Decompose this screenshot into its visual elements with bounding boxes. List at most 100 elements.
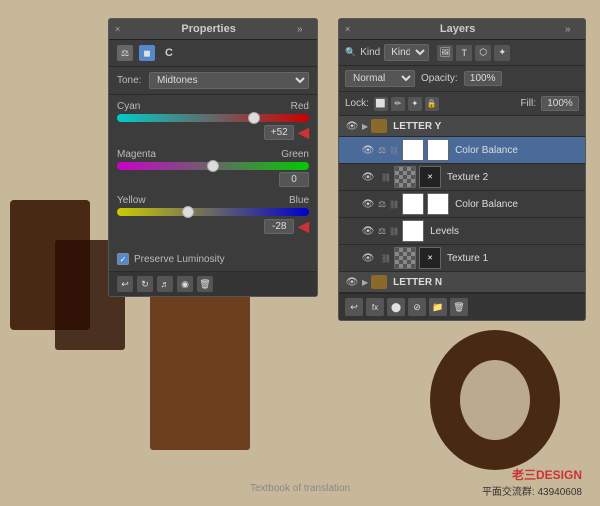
yellow-label: Yellow — [117, 195, 146, 206]
magenta-green-thumb[interactable] — [207, 160, 219, 172]
properties-icon-2[interactable]: ◼ — [139, 45, 155, 61]
layers-delete-icon[interactable]: 🗑 — [450, 298, 468, 316]
cb2-thumb-mask — [427, 193, 449, 215]
lock-icon-position[interactable]: ✦ — [408, 97, 422, 111]
green-label: Green — [281, 149, 309, 160]
props-bottom-icon-1[interactable]: ↩ — [117, 276, 133, 292]
letter-decoration-3 — [150, 290, 250, 450]
magenta-green-track[interactable] — [117, 162, 309, 170]
properties-titlebar: × Properties » — [109, 19, 317, 40]
layer-item-color-balance-2[interactable]: 👁 ⚖ ⛓ Color Balance — [339, 191, 585, 218]
cyan-red-labels: Cyan Red — [117, 101, 309, 112]
group-y-chevron: ▶ — [362, 122, 368, 131]
cb2-thumb-adj — [402, 193, 424, 215]
group-n-name: LETTER N — [393, 277, 579, 288]
footer-brand: 老三DESIGN 平面交流群: 43940608 — [482, 466, 582, 498]
magenta-green-value-row: 0 — [117, 172, 309, 187]
filter-icon-text[interactable]: T — [456, 45, 472, 61]
layer-item-color-balance-1[interactable]: 👁 ⚖ ⛓ Color Balance — [339, 137, 585, 164]
cb1-thumb-mask — [427, 139, 449, 161]
cb1-name: Color Balance — [455, 145, 579, 156]
levels-visibility[interactable]: 👁 — [361, 224, 375, 238]
layers-close-x[interactable]: × — [345, 24, 350, 34]
properties-icon-row: ⚖ ◼ C — [109, 40, 317, 67]
props-bottom-icon-3[interactable]: ♬ — [157, 276, 173, 292]
yellow-blue-thumb[interactable] — [182, 206, 194, 218]
tone-label: Tone: — [117, 75, 149, 86]
yellow-blue-arrow: ◀ — [298, 218, 309, 235]
levels-thumb — [402, 220, 424, 242]
layer-item-texture-1[interactable]: 👁 ⛓ ✕ Texture 1 — [339, 245, 585, 272]
tex2-visibility[interactable]: 👁 — [361, 170, 375, 184]
layers-link-icon[interactable]: ↩ — [345, 298, 363, 316]
opacity-label: Opacity: — [421, 73, 458, 84]
cyan-red-thumb[interactable] — [248, 112, 260, 124]
layers-folder-icon[interactable]: 📁 — [429, 298, 447, 316]
cyan-red-track[interactable] — [117, 114, 309, 122]
levels-fx: ⚖ — [378, 226, 386, 237]
tex2-name: Texture 2 — [447, 172, 579, 183]
cyan-red-value-row: +52 ◀ — [117, 124, 309, 141]
fill-label: Fill: — [520, 98, 536, 109]
filter-icons: 🖼 T ⬡ ✦ — [437, 45, 510, 61]
lock-icon-paint[interactable]: ✏ — [391, 97, 405, 111]
layer-item-texture-2[interactable]: 👁 ⛓ ✕ Texture 2 — [339, 164, 585, 191]
cyan-label: Cyan — [117, 101, 140, 112]
kind-select[interactable]: Kind — [384, 44, 429, 61]
preserve-luminosity-checkbox[interactable]: ✓ — [117, 253, 129, 265]
magenta-green-labels: Magenta Green — [117, 149, 309, 160]
properties-close-x[interactable]: × — [115, 24, 120, 34]
cb1-fx: ⚖ — [378, 145, 386, 156]
blend-mode-select[interactable]: Normal Multiply Screen — [345, 70, 415, 87]
blend-mode-row: Normal Multiply Screen Opacity: — [339, 66, 585, 92]
group-n-visibility[interactable]: 👁 — [345, 275, 359, 289]
yellow-blue-value[interactable]: -28 — [264, 219, 294, 234]
layers-mask-icon[interactable]: ⬤ — [387, 298, 405, 316]
blue-label: Blue — [289, 195, 309, 206]
tex1-thumb-mask: ✕ — [419, 247, 441, 269]
layers-expand-btn[interactable]: » — [565, 24, 579, 35]
group-y-folder-icon — [371, 119, 387, 133]
group-y-visibility[interactable]: 👁 — [345, 119, 359, 133]
yellow-blue-value-row: -28 ◀ — [117, 218, 309, 235]
yellow-blue-slider-row: Yellow Blue -28 ◀ — [117, 195, 309, 235]
lock-row: Lock: ⬜ ✏ ✦ 🔒 Fill: — [339, 92, 585, 116]
group-y-name: LETTER Y — [393, 121, 579, 132]
yellow-blue-track[interactable] — [117, 208, 309, 216]
props-bottom-icon-5[interactable]: 🗑 — [197, 276, 213, 292]
tone-select[interactable]: Midtones Shadows Highlights — [149, 72, 309, 89]
fill-input[interactable] — [541, 96, 579, 111]
layer-group-letter-n[interactable]: 👁 ▶ LETTER N — [339, 272, 585, 293]
layer-group-letter-y[interactable]: 👁 ▶ LETTER Y — [339, 116, 585, 137]
magenta-label: Magenta — [117, 149, 156, 160]
check-mark: ✓ — [120, 255, 127, 264]
group-n-chevron: ▶ — [362, 278, 368, 287]
sliders-section: Cyan Red +52 ◀ Magenta Green 0 — [109, 95, 317, 249]
magenta-green-value[interactable]: 0 — [279, 172, 309, 187]
layers-search-row: 🔍 Kind Kind 🖼 T ⬡ ✦ — [339, 40, 585, 66]
properties-expand-btn[interactable]: » — [297, 24, 311, 35]
layers-fx-icon[interactable]: fx — [366, 298, 384, 316]
yellow-blue-labels: Yellow Blue — [117, 195, 309, 206]
lock-icons-group: ⬜ ✏ ✦ 🔒 — [374, 97, 439, 111]
props-bottom-icon-4[interactable]: ◉ — [177, 276, 193, 292]
tex1-visibility[interactable]: 👁 — [361, 251, 375, 265]
props-bottom-icon-2[interactable]: ↻ — [137, 276, 153, 292]
layer-item-levels[interactable]: 👁 ⚖ ⛓ Levels — [339, 218, 585, 245]
filter-icon-shape[interactable]: ⬡ — [475, 45, 491, 61]
lock-icon-all[interactable]: 🔒 — [425, 97, 439, 111]
opacity-input[interactable] — [464, 71, 502, 86]
kind-label: Kind — [360, 47, 380, 58]
cb2-visibility[interactable]: 👁 — [361, 197, 375, 211]
cb1-visibility[interactable]: 👁 — [361, 143, 375, 157]
brand-sub: 平面交流群: 43940608 — [482, 483, 582, 498]
cb2-name: Color Balance — [455, 199, 579, 210]
search-icon: 🔍 — [345, 47, 356, 58]
properties-bottom-bar: ↩ ↻ ♬ ◉ 🗑 — [109, 271, 317, 296]
filter-icon-smart[interactable]: ✦ — [494, 45, 510, 61]
properties-icon-1[interactable]: ⚖ — [117, 45, 133, 61]
lock-icon-transparent[interactable]: ⬜ — [374, 97, 388, 111]
filter-icon-image[interactable]: 🖼 — [437, 45, 453, 61]
layers-adjust-icon[interactable]: ⊘ — [408, 298, 426, 316]
cyan-red-value[interactable]: +52 — [264, 125, 294, 140]
